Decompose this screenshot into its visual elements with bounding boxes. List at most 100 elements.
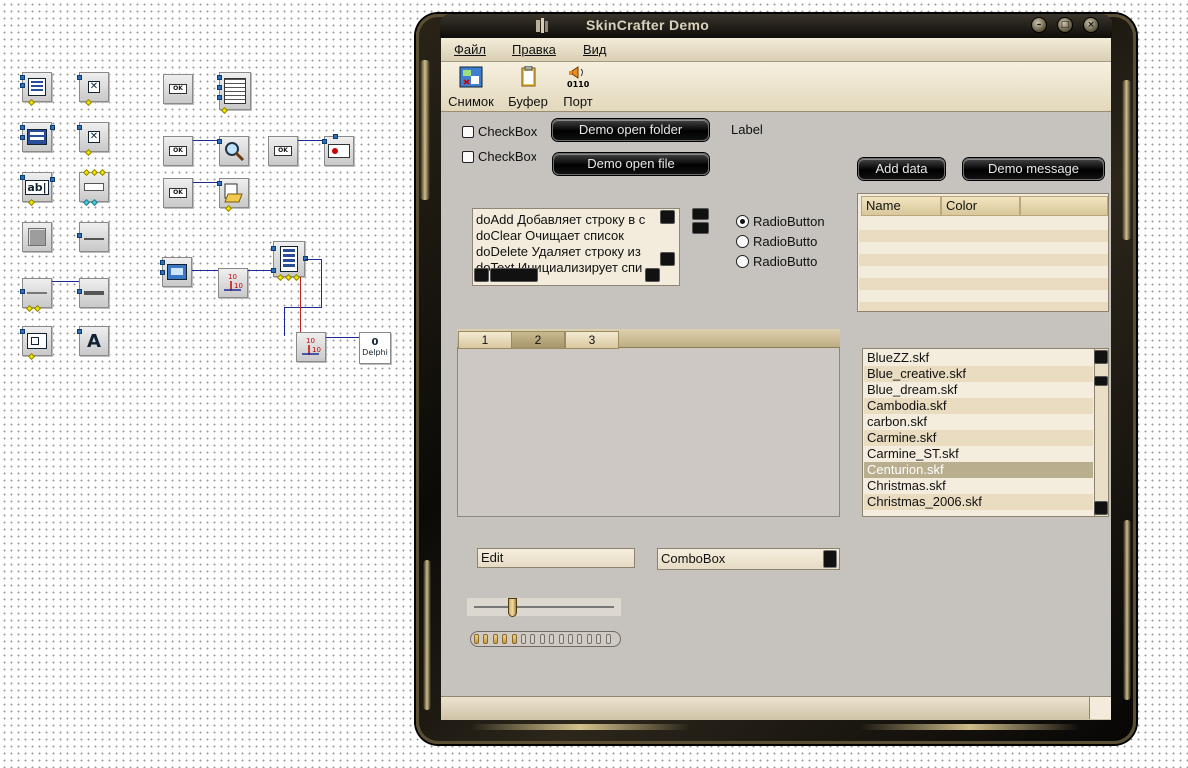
data-grid[interactable]: Name Color — [857, 193, 1109, 312]
toolbar-port-button[interactable]: 0110 Порт — [550, 64, 606, 110]
toolbar-snapshot-label: Снимок — [448, 94, 494, 109]
toolbar-clipboard-button[interactable]: Буфер — [500, 64, 556, 110]
minimize-button[interactable]: – — [1031, 17, 1047, 33]
search-component-icon[interactable] — [217, 136, 249, 166]
checkbox-2-label: CheckBox — [478, 149, 536, 164]
memo-line: doAdd Добавляет строку в с — [476, 212, 646, 227]
progress-segment-filled — [492, 634, 498, 644]
maximize-button[interactable]: □ — [1057, 17, 1073, 33]
slider-thumb[interactable] — [507, 598, 517, 617]
message-component-icon[interactable] — [322, 134, 354, 166]
edit-component-icon[interactable]: ab| — [20, 172, 55, 207]
port-icon: 0110 — [567, 66, 590, 89]
menu-edit[interactable]: Правка — [512, 42, 556, 57]
edit-field[interactable]: Edit — [477, 548, 635, 568]
list-item[interactable]: Carmine_ST.skf — [864, 446, 1093, 462]
trackbar-component-icon[interactable] — [20, 278, 52, 313]
frame-decoration — [860, 724, 1080, 730]
radio-button-1[interactable] — [736, 215, 749, 228]
combobox[interactable]: ComboBox — [657, 548, 840, 570]
list-item[interactable]: Blue_creative.skf — [864, 366, 1093, 382]
progress-segment — [521, 634, 526, 644]
combobox-dropdown-button[interactable] — [823, 550, 837, 568]
list-item[interactable]: Blue_dream.skf — [864, 382, 1093, 398]
counter-component-icon-2[interactable]: 10 10 — [296, 332, 326, 362]
wire — [193, 182, 219, 183]
demo-message-button[interactable]: Demo message — [963, 158, 1104, 180]
close-button[interactable]: × — [1083, 17, 1099, 33]
checkbox-component-icon[interactable]: ✕ — [77, 72, 109, 107]
toolbar-snapshot-button[interactable]: Снимок — [443, 64, 499, 110]
resize-grip[interactable] — [1089, 697, 1111, 719]
grid-header-color[interactable]: Color — [941, 196, 1020, 216]
combobox-component-icon[interactable] — [77, 222, 109, 252]
memo-scroll-left[interactable] — [474, 268, 489, 282]
tab-panel — [457, 329, 840, 517]
menu-view[interactable]: Вид — [583, 42, 607, 57]
memo-component-icon[interactable] — [20, 326, 52, 361]
checkbox-component-icon-2[interactable]: ✕ — [77, 122, 109, 157]
progress-segment — [596, 634, 602, 644]
delphi-component-icon[interactable]: 0 Delphi — [359, 332, 391, 364]
spin-up-button[interactable] — [692, 208, 709, 220]
listbox-scroll-thumb[interactable] — [1094, 376, 1108, 386]
button-component-icon-2[interactable]: OK — [163, 136, 193, 166]
listbox-component-icon-2[interactable] — [271, 241, 308, 282]
panel-component-icon[interactable] — [22, 222, 52, 252]
list-item[interactable]: Christmas.skf — [864, 478, 1093, 494]
grid-header-name[interactable]: Name — [861, 196, 941, 216]
demo-open-file-button[interactable]: Demo open file — [553, 153, 709, 175]
progress-segment — [530, 634, 536, 644]
counter-component-icon[interactable]: 10 10 — [218, 268, 248, 298]
list-item[interactable]: Carmine.skf — [864, 430, 1093, 446]
memo-scroll-right[interactable] — [645, 268, 660, 282]
listbox-scroll-up[interactable] — [1094, 350, 1108, 364]
list-item[interactable]: carbon.skf — [864, 414, 1093, 430]
list-item-selected[interactable]: Centurion.skf — [864, 462, 1093, 478]
wire — [298, 140, 324, 141]
memo-scroll-up[interactable] — [660, 210, 675, 224]
frame-decoration — [470, 724, 690, 730]
spin-down-button[interactable] — [692, 222, 709, 234]
memo-line: doDelete Удаляет строку из — [476, 244, 641, 259]
listbox-scroll-down[interactable] — [1094, 501, 1108, 515]
button-component-icon-4[interactable]: OK — [163, 178, 193, 208]
tab-2[interactable]: 2 — [511, 331, 565, 349]
grid-header-empty — [1020, 196, 1108, 216]
table-component-icon[interactable] — [217, 72, 251, 115]
statusbar-component-icon[interactable] — [77, 278, 109, 308]
form-component-icon[interactable] — [160, 257, 192, 287]
listbox-component-icon[interactable] — [20, 72, 52, 107]
wire — [284, 307, 322, 308]
svg-text:10: 10 — [234, 282, 243, 290]
wire — [193, 140, 219, 141]
frame-decoration — [1123, 520, 1131, 700]
tab-1[interactable]: 1 — [458, 331, 512, 349]
open-dialog-component-icon[interactable] — [217, 178, 249, 213]
button-component-icon-3[interactable]: OK — [268, 136, 298, 166]
list-item[interactable]: Cambodia.skf — [864, 398, 1093, 414]
listbox-scrollbar[interactable] — [1094, 349, 1108, 516]
radio-button-2[interactable] — [736, 235, 749, 248]
grid-component-icon[interactable] — [20, 122, 55, 152]
list-item[interactable]: BlueZZ.skf — [864, 350, 1093, 366]
menu-file[interactable]: Файл — [454, 42, 486, 57]
radio-button-3[interactable] — [736, 255, 749, 268]
progressbar-component-icon[interactable] — [79, 168, 109, 207]
memo-hscroll-thumb[interactable] — [490, 268, 538, 282]
tab-3[interactable]: 3 — [565, 331, 619, 349]
memo-scroll-down[interactable] — [660, 252, 675, 266]
button-component-icon[interactable]: OK — [163, 74, 193, 104]
progress-segment-filled — [502, 634, 508, 644]
skin-listbox[interactable]: BlueZZ.skf Blue_creative.skf Blue_dream.… — [862, 348, 1109, 517]
grid-row — [859, 230, 1108, 242]
checkbox-2[interactable] — [462, 151, 474, 163]
edit-caption: ab| — [25, 179, 49, 195]
add-data-button[interactable]: Add data — [858, 158, 945, 180]
list-item[interactable]: Christmas_2006.skf — [864, 494, 1093, 510]
demo-open-folder-button[interactable]: Demo open folder — [552, 119, 709, 141]
toolbar-clipboard-label: Буфер — [508, 94, 548, 109]
label-component-icon[interactable]: A — [77, 326, 109, 356]
grid-row — [859, 254, 1108, 266]
checkbox-1[interactable] — [462, 126, 474, 138]
